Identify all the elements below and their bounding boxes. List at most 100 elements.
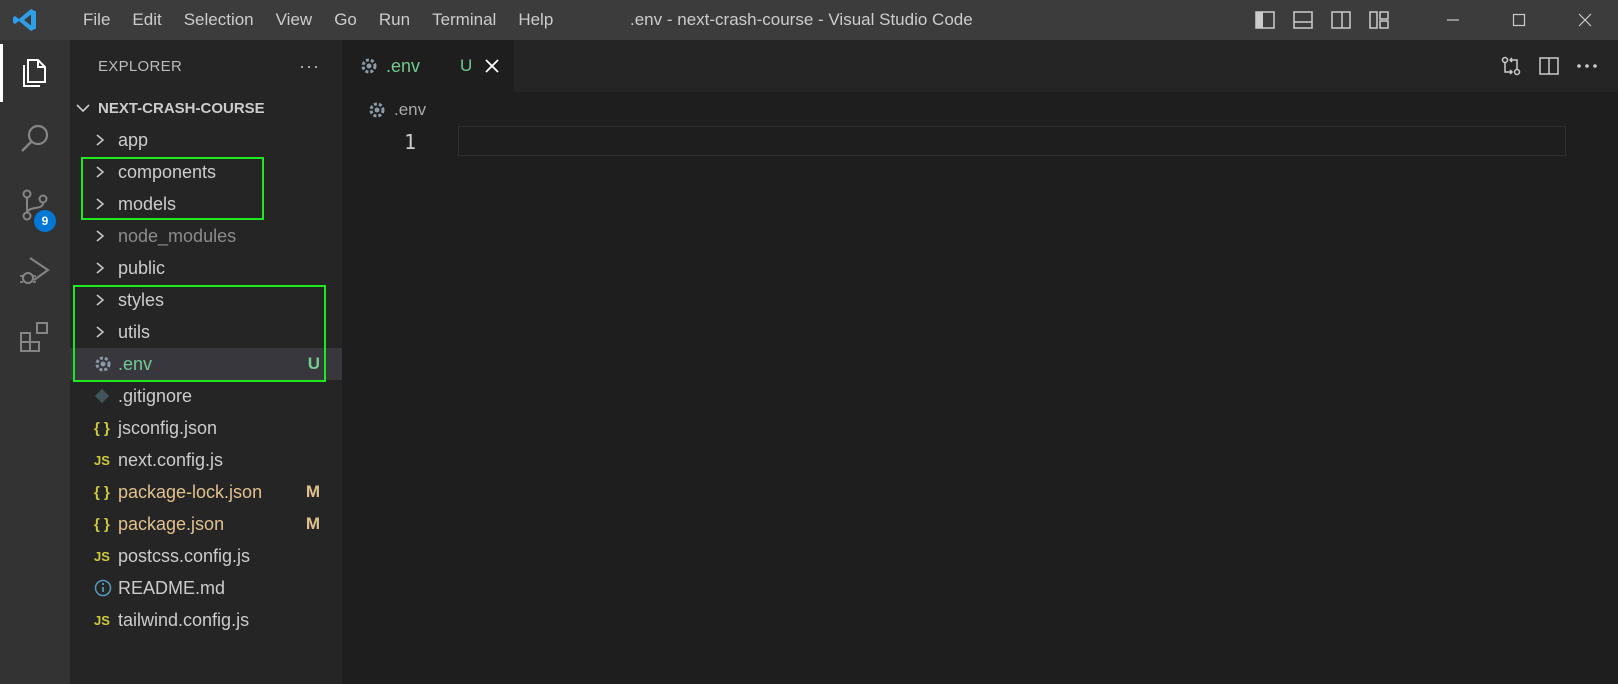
source-control-icon[interactable]: 9 — [0, 172, 70, 238]
gear-icon — [368, 101, 386, 119]
more-actions-icon[interactable] — [1568, 40, 1606, 92]
chevron-right-icon — [94, 165, 118, 179]
tree-item-utils[interactable]: utils — [70, 316, 342, 348]
chevron-right-icon — [94, 229, 118, 243]
menu-bar: File Edit Selection View Go Run Terminal… — [72, 0, 564, 40]
tree-item-gitignore[interactable]: .gitignore — [70, 380, 342, 412]
tree-item-label: next.config.js — [118, 449, 224, 470]
toggle-primary-sidebar-icon[interactable] — [1246, 0, 1284, 40]
close-window-icon[interactable] — [1552, 0, 1618, 40]
run-debug-icon[interactable] — [0, 238, 70, 304]
tree-item-label: tailwind.config.js — [118, 609, 250, 630]
js-icon: JS — [94, 452, 110, 468]
maximize-icon[interactable] — [1486, 0, 1552, 40]
chevron-right-icon — [94, 293, 118, 307]
tree-item-label: styles — [118, 289, 165, 310]
source-control-badge: 9 — [34, 210, 56, 232]
tree-item-label: jsconfig.json — [118, 417, 218, 438]
tree-item-label: models — [118, 193, 177, 214]
chevron-right-icon — [94, 197, 118, 211]
tree-item-readme-md[interactable]: README.md — [70, 572, 342, 604]
js-icon: JS — [94, 612, 110, 628]
close-icon[interactable] — [482, 56, 502, 76]
json-icon: { } — [94, 419, 110, 437]
workspace-folder-header[interactable]: NEXT-CRASH-COURSE — [70, 92, 342, 124]
line-number: 1 — [404, 130, 417, 154]
breadcrumb-file[interactable]: .env — [394, 100, 426, 120]
toggle-panel-icon[interactable] — [1284, 0, 1322, 40]
file-tree: app components models node_modulespublic sty… — [70, 124, 342, 636]
tree-item-postcss-config-js[interactable]: JS postcss.config.js — [70, 540, 342, 572]
editor-actions — [1492, 40, 1606, 92]
menu-file[interactable]: File — [72, 0, 121, 40]
tree-item-package-lock-json[interactable]: { } package-lock.json M — [70, 476, 342, 508]
tree-item-env[interactable]: .env U — [70, 348, 342, 380]
title-bar: File Edit Selection View Go Run Terminal… — [0, 0, 1618, 40]
tree-item-next-config-js[interactable]: JS next.config.js — [70, 444, 342, 476]
explorer-icon[interactable] — [0, 40, 70, 106]
chevron-right-icon — [94, 133, 118, 147]
menu-go[interactable]: Go — [323, 0, 368, 40]
current-line-highlight — [458, 126, 1566, 156]
info-icon — [94, 579, 118, 597]
tree-item-models[interactable]: models — [70, 188, 342, 220]
tab-status-untracked: U — [460, 56, 473, 75]
tree-item-node-modules[interactable]: node_modules — [70, 220, 342, 252]
menu-run[interactable]: Run — [368, 0, 421, 40]
git-icon — [94, 388, 118, 404]
more-actions-icon[interactable]: ··· — [299, 56, 320, 77]
title-controls — [1246, 0, 1618, 40]
git-status-badge: U — [307, 354, 320, 373]
tree-item-package-json[interactable]: { } package.json M — [70, 508, 342, 540]
toggle-secondary-sidebar-icon[interactable] — [1322, 0, 1360, 40]
menu-selection[interactable]: Selection — [173, 0, 265, 40]
menu-edit[interactable]: Edit — [121, 0, 172, 40]
menu-view[interactable]: View — [265, 0, 324, 40]
js-icon: JS — [94, 548, 110, 564]
tree-item-label: utils — [118, 321, 151, 342]
git-status-badge: M — [305, 482, 320, 501]
minimize-icon[interactable] — [1420, 0, 1486, 40]
git-status-badge: M — [305, 514, 320, 533]
tree-item-app[interactable]: app — [70, 124, 342, 156]
tree-item-jsconfig-json[interactable]: { } jsconfig.json — [70, 412, 342, 444]
tree-item-components[interactable]: components — [70, 156, 342, 188]
chevron-down-icon — [76, 103, 98, 113]
menu-terminal[interactable]: Terminal — [421, 0, 507, 40]
sidebar-header: EXPLORER ··· — [70, 40, 342, 92]
editor-tab-bar: .env U — [342, 40, 1618, 92]
tree-item-label: postcss.config.js — [118, 545, 251, 566]
window-title: .env - next-crash-course - Visual Studio… — [630, 10, 973, 29]
search-icon[interactable] — [0, 106, 70, 172]
gear-icon — [360, 57, 378, 75]
json-icon: { } — [94, 483, 110, 501]
open-changes-icon[interactable] — [1492, 40, 1530, 92]
tree-item-label: public — [118, 257, 166, 278]
explorer-sidebar: EXPLORER ··· NEXT-CRASH-COURSE app compon… — [70, 40, 342, 684]
tree-item-label: app — [118, 129, 149, 150]
menu-help[interactable]: Help — [507, 0, 564, 40]
tree-item-styles[interactable]: styles — [70, 284, 342, 316]
tree-item-public[interactable]: public — [70, 252, 342, 284]
json-icon: { } — [94, 515, 110, 533]
chevron-right-icon — [94, 261, 118, 275]
tree-item-label: node_modules — [118, 225, 237, 246]
extensions-icon[interactable] — [0, 304, 70, 370]
tab-env[interactable]: .env U — [342, 40, 514, 92]
chevron-right-icon — [94, 325, 118, 339]
tree-item-label: README.md — [118, 577, 226, 598]
workspace-folder-name: NEXT-CRASH-COURSE — [98, 99, 265, 117]
tree-item-tailwind-config-js[interactable]: JS tailwind.config.js — [70, 604, 342, 636]
tree-item-label: package.json — [118, 513, 225, 534]
vscode-logo-icon — [0, 0, 72, 40]
gear-icon — [94, 355, 118, 373]
activity-bar: 9 — [0, 40, 70, 684]
customize-layout-icon[interactable] — [1360, 0, 1398, 40]
editor-content[interactable]: 1 — [342, 124, 1618, 684]
split-editor-icon[interactable] — [1530, 40, 1568, 92]
breadcrumb[interactable]: .env — [368, 96, 426, 124]
tree-item-label: .env — [118, 353, 153, 374]
sidebar-title: EXPLORER — [98, 57, 183, 75]
tree-item-label: components — [118, 161, 217, 182]
tree-item-label: package-lock.json — [118, 481, 263, 502]
